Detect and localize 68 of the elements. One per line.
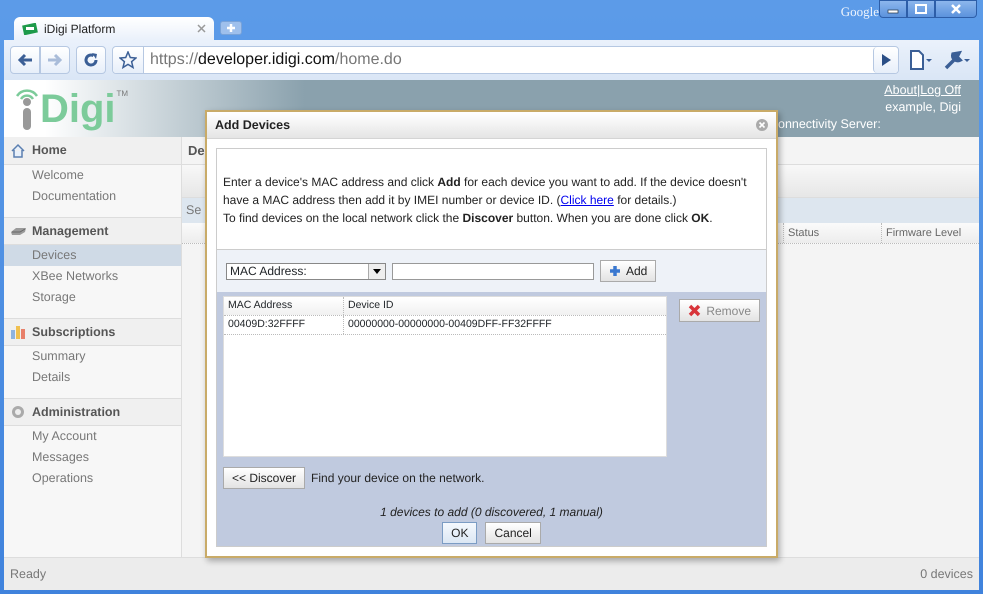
star-icon[interactable]: [119, 51, 137, 69]
id-type-dropdown[interactable]: MAC Address:: [226, 262, 386, 280]
column-header[interactable]: Status: [788, 224, 820, 242]
search-label: Se: [186, 202, 202, 220]
x-icon: [688, 304, 702, 317]
add-button[interactable]: Add: [600, 260, 656, 282]
sidebar-item[interactable]: XBee Networks: [4, 266, 181, 287]
column-header[interactable]: MAC Address: [224, 297, 344, 315]
header-link[interactable]: About: [884, 83, 917, 97]
instruction-text: To find devices on the local network click the Discover button. When you are done click OK.: [223, 210, 714, 227]
separator-text: |: [916, 83, 920, 97]
sidebar-item[interactable]: Operations: [4, 468, 181, 489]
reload-icon: [83, 52, 99, 68]
close-icon[interactable]: [197, 24, 206, 33]
caret-icon: [373, 268, 381, 274]
back-arrow-icon: [17, 53, 33, 67]
tab-title: iDigi Platform: [44, 20, 116, 38]
house-icon: [10, 142, 26, 158]
maximize-button[interactable]: [907, 0, 935, 18]
minimize-button[interactable]: [879, 0, 907, 18]
reload-button[interactable]: [76, 46, 106, 74]
sidebar-item[interactable]: Welcome: [4, 165, 181, 186]
status-text: Ready: [10, 566, 46, 583]
column-header[interactable]: Firmware Level: [886, 224, 962, 242]
browser-brand: Google: [840, 3, 879, 21]
wrench-icon: [944, 50, 970, 70]
breadcrumb-text: De: [188, 142, 205, 160]
sidebar-item[interactable]: Devices: [4, 245, 181, 266]
section-title[interactable]: Home: [32, 141, 67, 160]
sidebar-item[interactable]: Details: [4, 367, 181, 388]
table-cell-text: 00000000-00000000-00409DFF-FF32FFFF: [347, 317, 553, 332]
dialog-title: Add Devices: [215, 116, 292, 134]
server-label: onnectivity Server:: [778, 116, 882, 133]
favicon-icon: [22, 22, 38, 34]
discover-button[interactable]: << Discover: [223, 467, 306, 489]
new-tab-button[interactable]: [220, 21, 242, 35]
maximize-icon: [915, 4, 927, 14]
summary-text: 1 devices to add (0 discovered, 1 manual): [379, 504, 604, 521]
close-button[interactable]: [935, 0, 977, 18]
back-button[interactable]: [10, 46, 40, 74]
hint-text: Find your device on the network.: [311, 470, 484, 487]
column-header[interactable]: Device ID: [344, 297, 666, 315]
plus-icon: [609, 265, 621, 277]
sidebar-item[interactable]: Summary: [4, 346, 181, 367]
details-link[interactable]: Click here: [560, 193, 614, 207]
gear-icon: [10, 404, 26, 420]
header-link[interactable]: Log Off: [920, 83, 961, 97]
sidebar-item[interactable]: Storage: [4, 287, 181, 308]
sidebar-item[interactable]: My Account: [4, 426, 181, 447]
close-icon: [950, 4, 962, 14]
plus-icon: [226, 23, 236, 33]
instruction-text: Enter a device's MAC address and click Add for each device you want to add. If the device doesn't have a MAC address then add it by IMEI number or device ID. (Click here for details.): [223, 174, 748, 209]
device-count: 0 devices: [920, 566, 973, 583]
chart-icon: [10, 324, 26, 340]
go-arrow-icon[interactable]: [880, 53, 892, 67]
logo-text: Digi$^{TM}$: [40, 88, 128, 128]
url-text: https://developer.idigi.com/home.do: [149, 50, 403, 70]
sidebar-item[interactable]: Documentation: [4, 186, 181, 207]
address-input[interactable]: [392, 262, 594, 280]
forward-arrow-icon: [47, 53, 63, 67]
browser-tab[interactable]: iDigi Platform: [14, 17, 214, 40]
dialog-button[interactable]: OK: [442, 522, 478, 544]
dialog-button[interactable]: Cancel: [485, 522, 541, 544]
sidebar-item[interactable]: Messages: [4, 447, 181, 468]
user-name: example, Digi: [884, 99, 961, 116]
page-icon: [908, 50, 932, 70]
address-bar[interactable]: https://developer.idigi.com/home.do: [112, 46, 899, 74]
table-cell: 00409D:32FFFF: [224, 316, 344, 334]
